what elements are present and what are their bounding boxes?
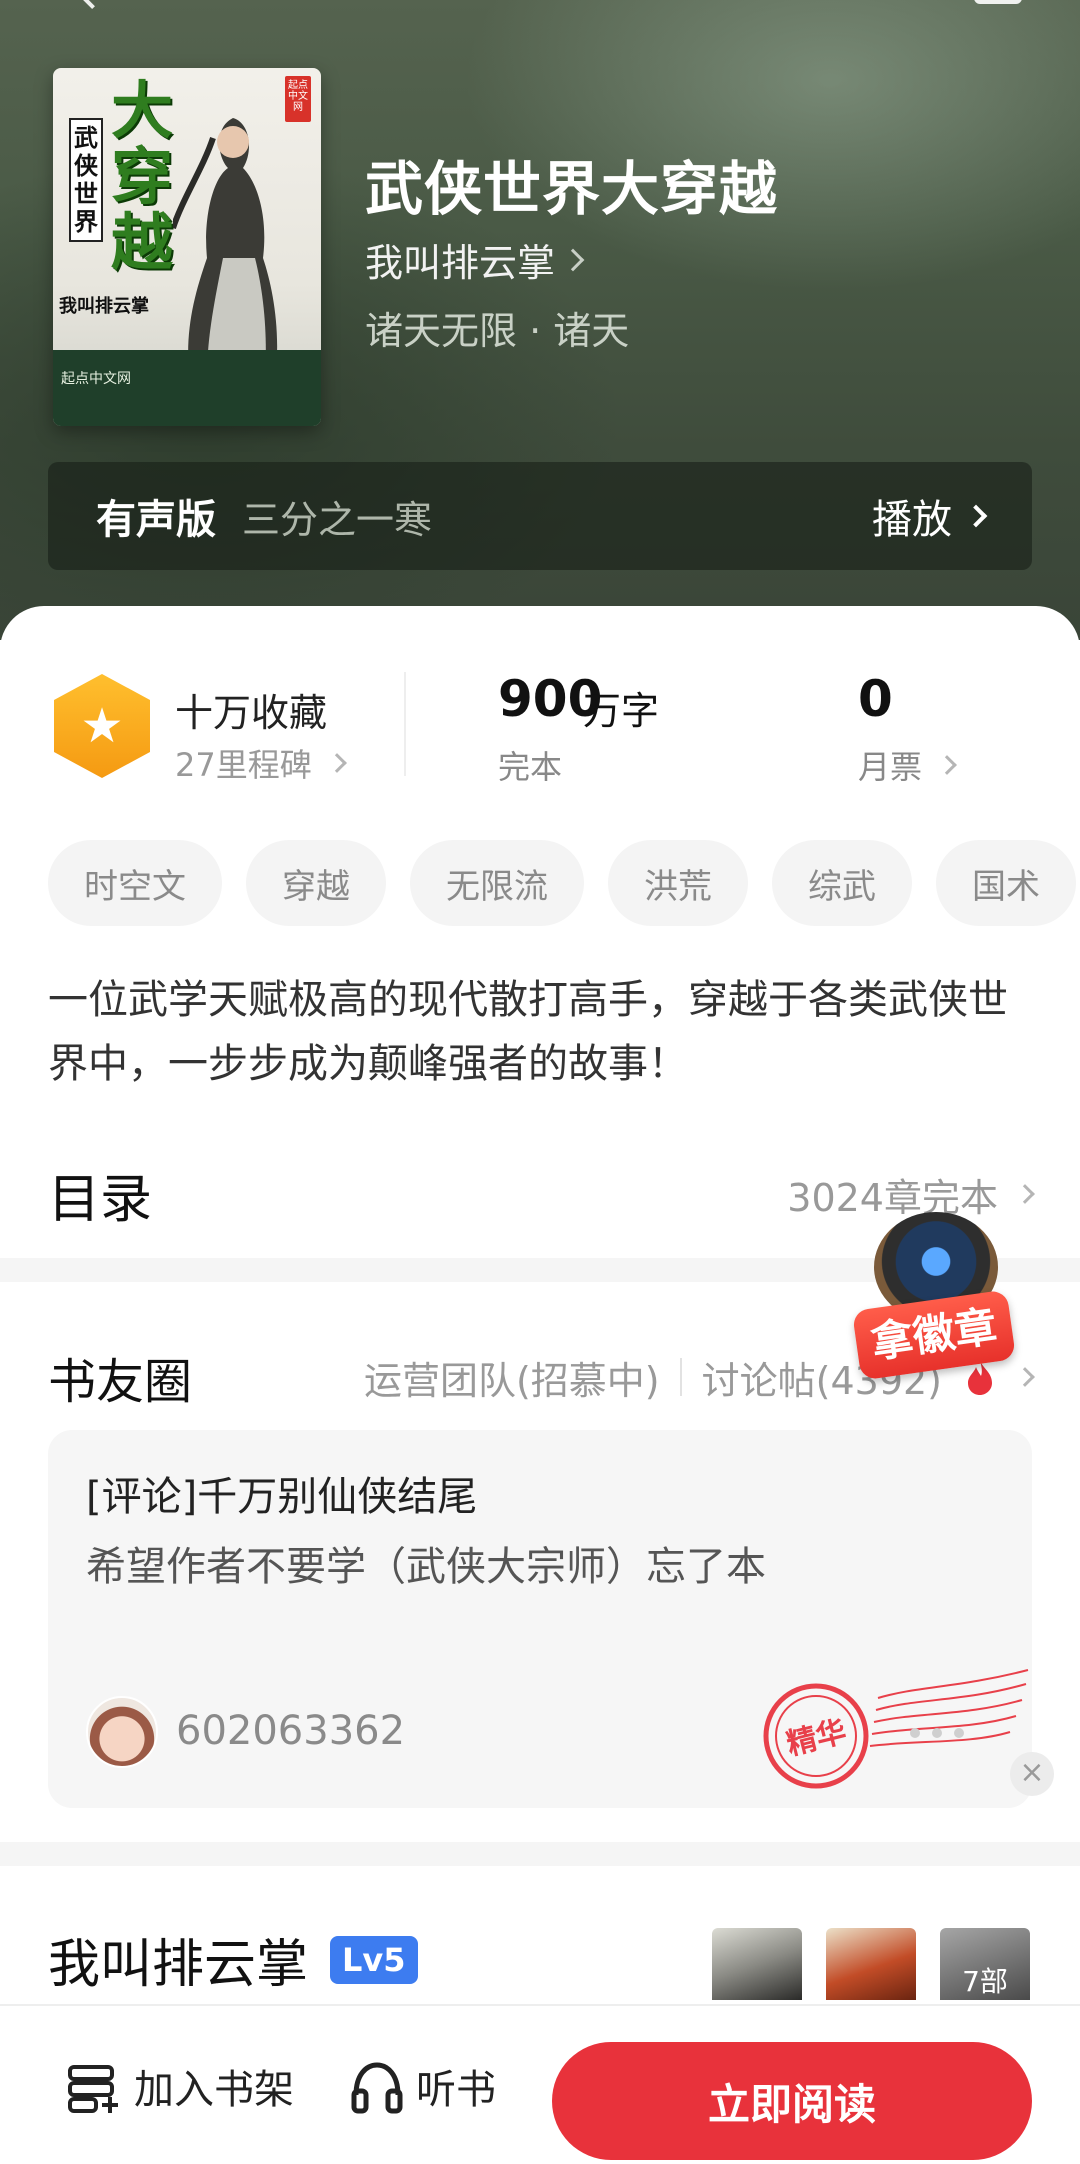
- headphones-icon: [351, 2062, 403, 2114]
- chevron-right-icon: [937, 755, 957, 775]
- author-section-name: 我叫排云掌: [48, 1935, 309, 1995]
- tag-chip[interactable]: 时空文: [48, 840, 222, 926]
- book-header: 起点 中文网 武侠世界 大穿越 我叫排云掌 起点中文网 武侠世界大穿越 我叫排云掌…: [0, 0, 1080, 640]
- divider: [679, 1358, 682, 1396]
- completion-status: 完本: [498, 748, 563, 786]
- chevron-right-icon: [1015, 1184, 1035, 1204]
- add-shelf-icon: [68, 2065, 118, 2113]
- pagination-dots: [910, 1728, 976, 1738]
- listen-button[interactable]: 听书: [348, 2046, 496, 2126]
- back-icon[interactable]: [77, 0, 103, 10]
- tag-chip[interactable]: 穿越: [246, 840, 386, 926]
- play-button[interactable]: 播放: [872, 487, 988, 545]
- divider: [404, 672, 406, 776]
- avatar[interactable]: [86, 1696, 158, 1768]
- post-title: [评论]千万别仙侠结尾: [86, 1474, 478, 1520]
- post-username[interactable]: 602063362: [176, 1708, 405, 1754]
- collection-title: 十万收藏: [175, 691, 328, 735]
- stamp-label: 精华: [783, 1714, 850, 1762]
- stats-row: ★ 十万收藏 27里程碑 900 万字 完本 0 月票: [0, 658, 1080, 788]
- chevron-right-icon: [964, 504, 988, 528]
- more-icon[interactable]: [974, 0, 1022, 4]
- author-link[interactable]: 我叫排云掌: [365, 232, 585, 287]
- author-works-count[interactable]: 7部: [940, 1928, 1030, 2000]
- star-icon: ★: [80, 698, 124, 754]
- milestone-badge-icon: ★: [54, 674, 150, 778]
- chevron-right-icon: [561, 248, 585, 271]
- cover-publisher: 起点中文网: [53, 350, 321, 426]
- tag-list: 时空文 穿越 无限流 洪荒 综武 国术: [48, 840, 1080, 926]
- author-book-thumbnail[interactable]: [826, 1928, 916, 2000]
- tag-chip[interactable]: 无限流: [410, 840, 584, 926]
- bottom-action-bar: 加入书架 听书 立即阅读: [0, 2004, 1080, 2164]
- cover-subtitle: 武侠世界: [69, 118, 103, 242]
- post-excerpt: 希望作者不要学（武侠大宗师）忘了本: [86, 1544, 766, 1590]
- author-book-thumbnail[interactable]: [712, 1928, 802, 2000]
- monthly-ticket-link[interactable]: 月票: [858, 742, 957, 788]
- listen-label: 听书: [416, 2067, 496, 2113]
- book-title: 武侠世界大穿越: [365, 155, 779, 223]
- section-divider: [0, 1842, 1080, 1866]
- monthly-ticket-label: 月票: [858, 748, 923, 786]
- tag-chip[interactable]: 国术: [936, 840, 1076, 926]
- collect-badge-promo[interactable]: 拿徽章: [842, 1206, 1022, 1406]
- featured-stamp-icon: 精华: [763, 1669, 1029, 1789]
- author-level-badge: Lv5: [330, 1935, 418, 1984]
- promo-label: 拿徽章: [851, 1289, 1017, 1381]
- cover-author: 我叫排云掌: [59, 296, 149, 317]
- ops-team-link[interactable]: 运营团队(招慕中): [364, 1350, 660, 1405]
- genre-line: 诸天无限 · 诸天: [365, 309, 630, 353]
- book-synopsis[interactable]: 一位武学天赋极高的现代散打高手，穿越于各类武侠世界中，一步步成为颠峰强者的故事！: [48, 968, 1032, 1096]
- add-shelf-label: 加入书架: [134, 2067, 294, 2113]
- add-to-shelf-button[interactable]: 加入书架: [66, 2046, 294, 2126]
- milestone-link[interactable]: 27里程碑: [175, 740, 347, 786]
- close-icon[interactable]: ×: [1010, 1752, 1054, 1796]
- toc-title: 目录: [48, 1169, 153, 1230]
- author-section-header[interactable]: 我叫排云掌 Lv5: [48, 1922, 418, 1997]
- author-name: 我叫排云掌: [365, 241, 556, 285]
- book-circle-title: 书友圈: [48, 1354, 193, 1410]
- monthly-ticket-count: 0: [858, 670, 893, 728]
- tag-chip[interactable]: 洪荒: [608, 840, 748, 926]
- featured-post-card[interactable]: [评论]千万别仙侠结尾 希望作者不要学（武侠大宗师）忘了本 602063362 …: [48, 1430, 1032, 1808]
- audiobook-bar[interactable]: 有声版 三分之一寒 播放: [48, 462, 1032, 570]
- tag-chip[interactable]: 综武: [772, 840, 912, 926]
- play-label: 播放: [872, 497, 952, 543]
- book-cover[interactable]: 起点 中文网 武侠世界 大穿越 我叫排云掌 起点中文网: [53, 68, 321, 426]
- chevron-right-icon: [326, 753, 347, 773]
- read-now-button[interactable]: 立即阅读: [552, 2042, 1032, 2160]
- audiobook-tag: 有声版: [96, 497, 216, 543]
- word-count-unit: 万字: [583, 689, 660, 733]
- milestone-label: 27里程碑: [175, 746, 312, 784]
- author-works[interactable]: 7部: [712, 1928, 1030, 2000]
- narrator-name: 三分之一寒: [242, 497, 433, 542]
